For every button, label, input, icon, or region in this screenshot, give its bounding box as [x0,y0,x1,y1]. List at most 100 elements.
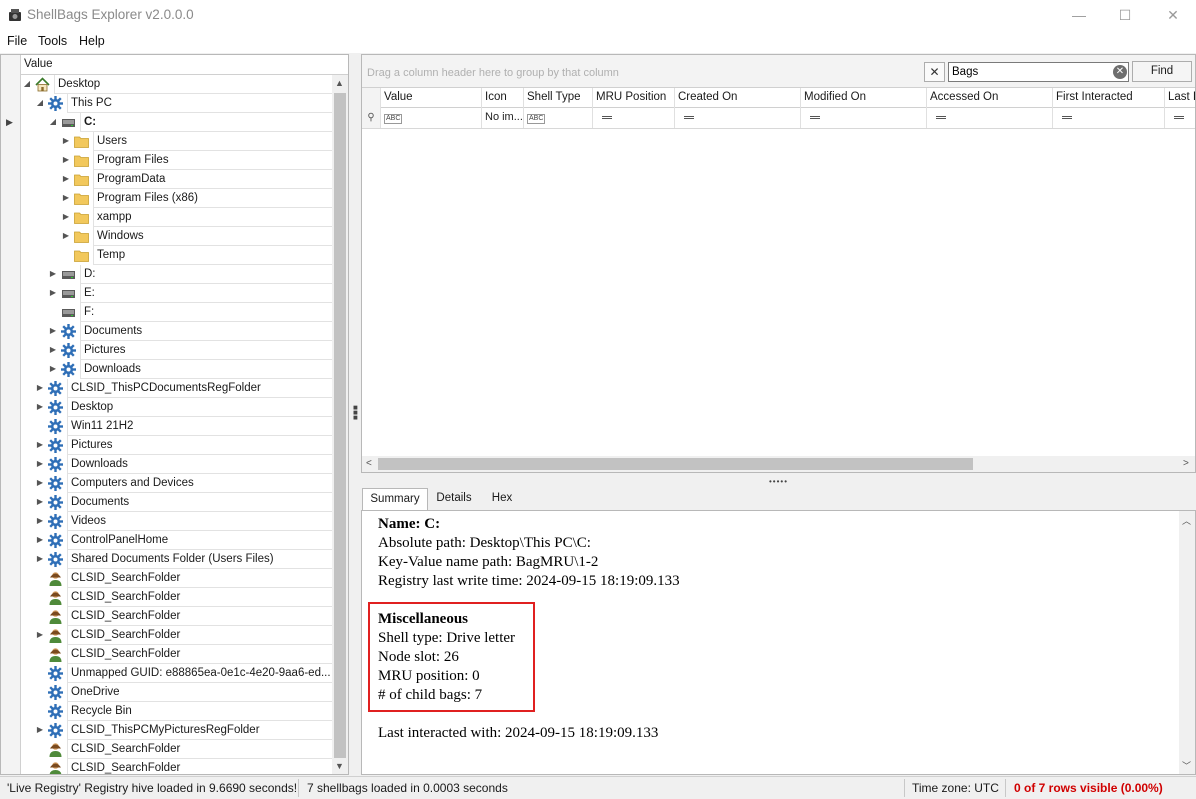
tree-item[interactable]: ◢ This PC [21,94,332,113]
collapse-arrow-icon[interactable]: ◢ [35,94,45,113]
search-input[interactable] [948,62,1129,82]
filter-modified-on[interactable] [801,108,927,128]
tab-details[interactable]: Details [431,488,477,511]
summary-vertical-scrollbar[interactable]: ︿ ﹀ [1179,511,1195,774]
maximize-button[interactable]: ☐ [1102,0,1148,30]
tree-item[interactable]: ▶ Users [21,132,332,151]
expand-arrow-icon[interactable]: ▶ [48,265,58,284]
tree-item[interactable]: ▶ Program Files [21,151,332,170]
tree-item[interactable]: CLSID_SearchFolder [21,759,332,774]
expand-arrow-icon[interactable]: ▶ [35,531,45,550]
filter-value[interactable]: ABC [381,108,482,128]
close-button[interactable]: ✕ [1150,0,1196,30]
expand-arrow-icon[interactable]: ▶ [48,284,58,303]
expand-arrow-icon[interactable]: ▶ [35,398,45,417]
minimize-button[interactable]: — [1056,0,1102,30]
search-clear-icon[interactable]: ✕ [1113,65,1127,79]
grid-horizontal-scrollbar[interactable]: < > [362,456,1195,472]
expand-arrow-icon[interactable]: ▶ [35,550,45,569]
tree-item[interactable]: CLSID_SearchFolder [21,569,332,588]
clear-search-button[interactable]: ✕ [924,62,945,82]
tree-item[interactable]: ▶ ProgramData [21,170,332,189]
tree-column-header-value[interactable]: Value [21,55,348,75]
expand-arrow-icon[interactable]: ▶ [48,322,58,341]
tree-item[interactable]: ▶ Computers and Devices [21,474,332,493]
expand-arrow-icon[interactable]: ▶ [61,151,71,170]
scroll-down-icon[interactable]: ﹀ [1182,759,1191,772]
filter-mru-position[interactable] [593,108,675,128]
tree-item[interactable]: ▶ CLSID_ThisPCMyPicturesRegFolder [21,721,332,740]
filter-first-interacted[interactable] [1053,108,1165,128]
expand-arrow-icon[interactable]: ▶ [35,626,45,645]
tree-item[interactable]: ▶ Documents [21,322,332,341]
tab-summary[interactable]: Summary [362,488,428,511]
filter-last-interacted[interactable] [1165,108,1195,128]
tree-item[interactable]: CLSID_SearchFolder [21,607,332,626]
tree-item[interactable]: ▶ Desktop [21,398,332,417]
expand-arrow-icon[interactable]: ▶ [61,170,71,189]
expand-arrow-icon[interactable]: ▶ [48,360,58,379]
collapse-arrow-icon[interactable]: ◢ [48,113,58,132]
tree-scroll-thumb[interactable] [334,93,346,758]
horizontal-splitter-grip[interactable]: ••••• [769,477,788,486]
expand-arrow-icon[interactable]: ▶ [61,189,71,208]
tree-item[interactable]: OneDrive [21,683,332,702]
scroll-right-icon[interactable]: > [1183,458,1189,469]
scroll-up-icon[interactable]: ︿ [1182,514,1191,527]
filter-accessed-on[interactable] [927,108,1053,128]
tree-item[interactable]: ▶ Pictures [21,436,332,455]
expand-arrow-icon[interactable]: ▶ [61,208,71,227]
expand-arrow-icon[interactable]: ▶ [48,341,58,360]
collapse-arrow-icon[interactable]: ◢ [22,75,32,94]
tab-hex[interactable]: Hex [483,488,521,511]
tree-item[interactable]: ▶ xampp [21,208,332,227]
menu-tools[interactable]: Tools [38,34,67,48]
tree-vertical-scrollbar[interactable]: ▲ ▼ [332,75,348,774]
column-header-created-on[interactable]: Created On [675,88,801,108]
tree-item[interactable]: ▶ Pictures [21,341,332,360]
column-header-first-interacted[interactable]: First Interacted [1053,88,1165,108]
filter-created-on[interactable] [675,108,801,128]
column-header-modified-on[interactable]: Modified On [801,88,927,108]
filter-icon-column[interactable]: No im... [482,108,524,128]
column-header-mru-position[interactable]: MRU Position [593,88,675,108]
vertical-splitter-grip[interactable]: ■ ■ ■ [353,404,358,422]
tree-item[interactable]: F: [21,303,332,322]
column-header-icon[interactable]: Icon [482,88,524,108]
tree-item[interactable]: CLSID_SearchFolder [21,740,332,759]
filter-shell-type[interactable]: ABC [524,108,593,128]
tree-item[interactable]: ▶ Program Files (x86) [21,189,332,208]
expand-arrow-icon[interactable]: ▶ [35,436,45,455]
tree-item[interactable]: ▶ Downloads [21,455,332,474]
column-header-last-interacted[interactable]: Last I [1165,88,1195,108]
tree-item[interactable]: ◢ C: [21,113,332,132]
scroll-up-icon[interactable]: ▲ [335,78,344,88]
group-by-bar[interactable]: Drag a column header here to group by th… [362,55,1195,88]
expand-arrow-icon[interactable]: ▶ [35,455,45,474]
tree-item[interactable]: Recycle Bin [21,702,332,721]
column-header-value[interactable]: Value [381,88,482,108]
tree-item[interactable]: CLSID_SearchFolder [21,645,332,664]
tree-item[interactable]: CLSID_SearchFolder [21,588,332,607]
expand-arrow-icon[interactable]: ▶ [35,493,45,512]
tree-item[interactable]: ▶ Videos [21,512,332,531]
expand-arrow-icon[interactable]: ▶ [35,512,45,531]
scroll-left-icon[interactable]: < [366,458,372,469]
tree-item[interactable]: ▶ Shared Documents Folder (Users Files) [21,550,332,569]
expand-arrow-icon[interactable]: ▶ [35,379,45,398]
tree-item[interactable]: ▶ Windows [21,227,332,246]
tree-item[interactable]: ▶ Downloads [21,360,332,379]
expand-arrow-icon[interactable]: ▶ [35,474,45,493]
tree-item[interactable]: Temp [21,246,332,265]
tree-item[interactable]: Win11 21H2 [21,417,332,436]
tree-item[interactable]: ▶ ControlPanelHome [21,531,332,550]
tree-item[interactable]: ▶ Documents [21,493,332,512]
menu-help[interactable]: Help [79,34,105,48]
column-header-accessed-on[interactable]: Accessed On [927,88,1053,108]
column-header-shell-type[interactable]: Shell Type [524,88,593,108]
tree-item[interactable]: ◢ Desktop [21,75,332,94]
menu-file[interactable]: File [7,34,27,48]
shellbag-tree[interactable]: ▶ Value ◢ Desktop ◢ This PC ◢ C: ▶ Users ▶ Progra… [0,54,349,775]
tree-item[interactable]: ▶ D: [21,265,332,284]
tree-item[interactable]: ▶ CLSID_ThisPCDocumentsRegFolder [21,379,332,398]
